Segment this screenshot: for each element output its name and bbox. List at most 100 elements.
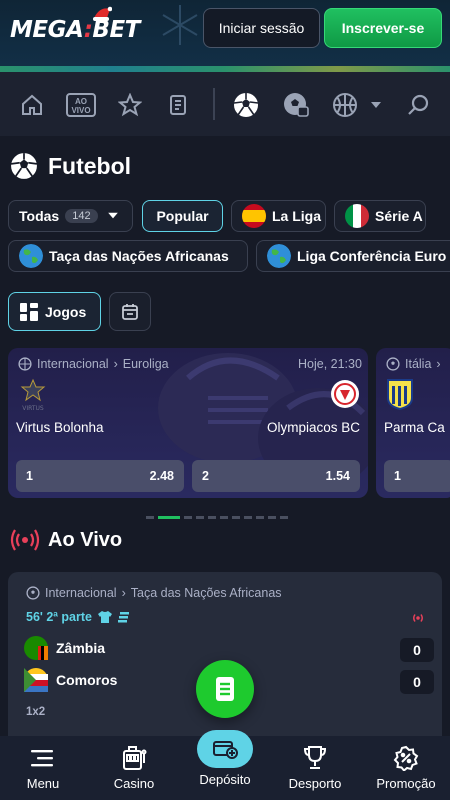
star-icon[interactable]	[117, 92, 143, 118]
search-icon[interactable]	[405, 92, 431, 118]
zambia-flag-icon	[24, 636, 48, 660]
odd-label: 1	[26, 469, 33, 483]
live-broadcast-icon	[10, 529, 40, 551]
menu-label: Menu	[26, 776, 60, 791]
africa-cup-filter[interactable]: Taça das Nações Africanas	[8, 240, 248, 272]
page-title-text: Futebol	[48, 152, 132, 179]
africa-cup-label: Taça das Nações Africanas	[49, 248, 229, 264]
chevron-down-icon[interactable]	[366, 92, 386, 118]
calendar-view-toggle[interactable]	[109, 292, 151, 331]
count-badge: 142	[65, 209, 98, 223]
football-title-icon	[10, 153, 38, 179]
football-small-icon	[386, 357, 400, 371]
chevron-down-icon	[107, 212, 118, 219]
laliga-label: La Liga	[272, 208, 322, 224]
live-section-title: Ao Vivo	[10, 528, 122, 552]
odd-home-button[interactable]: 1	[384, 460, 450, 492]
match-time: Hoje, 21:30	[298, 357, 362, 371]
odd-value: 2.48	[149, 469, 174, 483]
trophy-icon	[303, 746, 327, 769]
promo-badge-icon	[393, 745, 419, 771]
match-country: Itália	[405, 357, 432, 371]
odd-label: 1	[394, 469, 401, 483]
deposit-label: Depósito	[199, 772, 251, 787]
live-indicator-icon	[413, 614, 423, 622]
slot-machine-icon	[123, 746, 147, 770]
live-nav-icon[interactable]: AO VIVO	[66, 92, 96, 118]
page-title: Futebol	[10, 152, 131, 180]
promotion-label: Promoção	[376, 776, 436, 791]
match-league: Euroliga	[122, 357, 169, 371]
basketball-icon[interactable]	[332, 92, 358, 118]
away-team: Olympiacos BC	[266, 420, 360, 435]
live-country: Internacional	[45, 586, 117, 600]
grid-icon	[20, 302, 38, 321]
virtus-bologna-logo: VIRTUS	[20, 378, 46, 412]
match-header: Itália ›	[386, 357, 441, 371]
carousel-pagination	[146, 516, 288, 519]
home-team: Parma Ca	[384, 420, 445, 435]
nav-divider	[213, 88, 215, 120]
stats-icon	[117, 612, 129, 623]
deposit-tab[interactable]: Depósito	[185, 772, 265, 787]
home-score: 0	[400, 638, 434, 662]
popular-filter[interactable]: Popular	[142, 200, 223, 232]
deposit-icon-bubble[interactable]	[197, 730, 253, 768]
bottom-navigation: Menu Casino Depósito Desporto Promoção	[0, 730, 450, 800]
home-team: Virtus Bolonha	[16, 420, 104, 435]
football-icon[interactable]	[233, 92, 259, 118]
odd-away-button[interactable]: 2 1.54	[192, 460, 360, 492]
globe-icon	[19, 244, 43, 268]
betslip-fab-button[interactable]	[196, 660, 254, 718]
comoros-flag-icon	[24, 668, 48, 692]
live-away-team: Comoros	[24, 668, 117, 692]
seriea-filter[interactable]: Série A	[334, 200, 426, 232]
sport-label: Desporto	[288, 776, 342, 791]
live-title-text: Ao Vivo	[48, 528, 123, 551]
odd-home-button[interactable]: 1 2.48	[16, 460, 184, 492]
away-score: 0	[400, 670, 434, 694]
match-country: Internacional	[37, 357, 109, 371]
wallet-plus-icon	[213, 741, 238, 759]
home-icon[interactable]	[19, 92, 45, 118]
promotion-tab[interactable]: Promoção	[366, 744, 446, 791]
live-league: Taça das Nações Africanas	[130, 586, 282, 600]
games-label: Jogos	[45, 303, 87, 320]
virtual-football-icon[interactable]	[283, 92, 309, 118]
football-small-icon	[26, 586, 40, 600]
spain-flag-icon	[242, 204, 266, 228]
parma-logo	[387, 379, 413, 410]
login-button[interactable]: Iniciar sessão	[203, 8, 320, 48]
sport-tab[interactable]: Desporto	[275, 744, 355, 791]
menu-tab[interactable]: Menu	[3, 744, 83, 791]
live-match-header: Internacional › Taça das Nações Africana…	[26, 586, 282, 600]
seriea-label: Série A	[375, 208, 423, 224]
shirt-icon	[97, 611, 112, 623]
sport-nav: AO VIVO	[0, 72, 450, 136]
betslip-icon[interactable]	[166, 92, 192, 118]
odd-label: 2	[202, 469, 209, 483]
live-home-team: Zâmbia	[24, 636, 105, 660]
all-label: Todas	[19, 208, 60, 224]
odd-value: 1.54	[325, 469, 350, 483]
megabet-logo[interactable]: MEGA:BET	[10, 17, 140, 43]
receipt-icon	[216, 677, 234, 701]
svg-text:VIRTUS: VIRTUS	[22, 405, 44, 412]
laliga-filter[interactable]: La Liga	[231, 200, 326, 232]
header: MEGA:BET Iniciar sessão Inscrever-se	[0, 0, 450, 72]
match-header: Internacional › Euroliga	[18, 357, 169, 371]
italy-flag-icon	[345, 204, 369, 228]
casino-label: Casino	[113, 776, 155, 791]
basketball-small-icon	[18, 357, 32, 371]
conference-league-filter[interactable]: Liga Conferência Euro	[256, 240, 450, 272]
market-label: 1x2	[26, 706, 46, 718]
signup-button[interactable]: Inscrever-se	[324, 8, 442, 48]
globe-icon	[267, 244, 291, 268]
conference-league-label: Liga Conferência Euro	[297, 248, 447, 264]
page: MEGA:BET Iniciar sessão Inscrever-se AO V…	[0, 0, 450, 800]
all-competitions-dropdown[interactable]: Todas 142	[8, 200, 133, 232]
snowflake-icon	[162, 5, 198, 45]
calendar-icon	[122, 303, 138, 320]
casino-tab[interactable]: Casino	[94, 744, 174, 791]
games-view-toggle[interactable]: Jogos	[8, 292, 101, 331]
